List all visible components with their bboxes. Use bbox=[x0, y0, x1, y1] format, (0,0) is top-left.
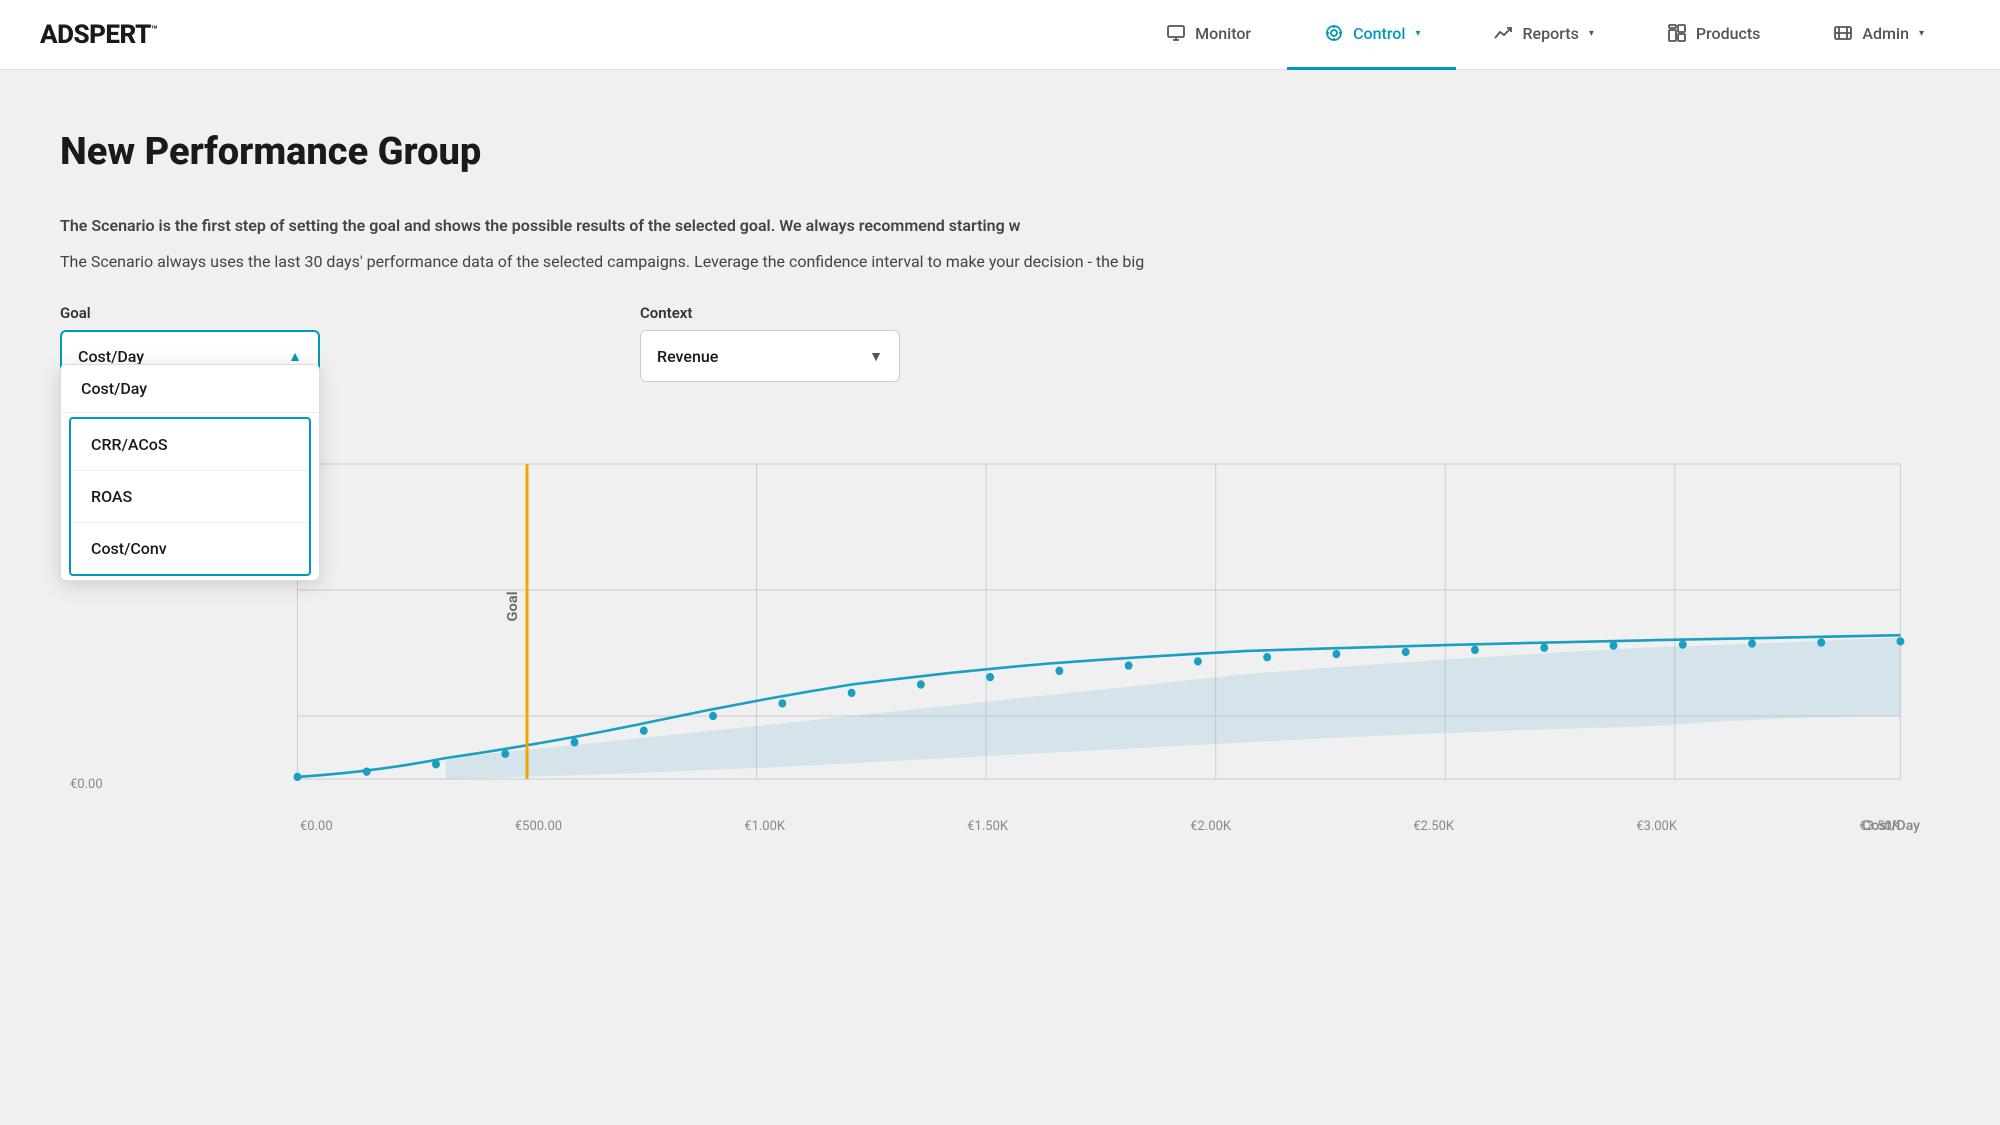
admin-icon bbox=[1832, 22, 1854, 44]
x-label-3k: €3.00K bbox=[1636, 819, 1677, 834]
nav-item-products[interactable]: Products bbox=[1630, 0, 1797, 70]
reports-chevron-icon: ▾ bbox=[1589, 28, 1594, 39]
x-axis-labels: €0.00 €500.00 €1.00K €1.50K €2.00K €2.50… bbox=[300, 819, 1900, 834]
description-1: The Scenario is the first step of settin… bbox=[60, 214, 1760, 238]
goal-option-crr-acos[interactable]: CRR/ACoS bbox=[71, 419, 309, 470]
control-chevron-icon: ▾ bbox=[1415, 28, 1420, 39]
admin-chevron-icon: ▾ bbox=[1919, 28, 1924, 39]
goal-option-roas[interactable]: ROAS bbox=[71, 470, 309, 522]
main-content: New Performance Group The Scenario is th… bbox=[0, 70, 2000, 882]
goal-form-group: Goal Cost/Day ▲ Cost/Day CRR/ACoS ROAS bbox=[60, 304, 320, 382]
monitor-icon bbox=[1165, 22, 1187, 44]
chart-svg: Goal bbox=[60, 422, 1940, 842]
svg-text:Goal: Goal bbox=[505, 591, 521, 621]
x-label-2k: €2.00K bbox=[1190, 819, 1231, 834]
goal-dropdown-menu: Cost/Day CRR/ACoS ROAS Cost/Conv bbox=[60, 364, 320, 581]
nav-item-monitor[interactable]: Monitor bbox=[1129, 0, 1287, 70]
description-2: The Scenario always uses the last 30 day… bbox=[60, 250, 1760, 274]
x-axis-title: Cost/Day bbox=[1862, 818, 1920, 834]
x-label-2-5k: €2.50K bbox=[1413, 819, 1454, 834]
chevron-down-icon: ▼ bbox=[869, 348, 883, 365]
products-icon bbox=[1666, 22, 1688, 44]
goal-selected-group: CRR/ACoS ROAS Cost/Conv bbox=[69, 417, 311, 576]
nav-item-control[interactable]: Control ▾ bbox=[1287, 0, 1456, 70]
context-selected-value: Revenue bbox=[657, 347, 718, 366]
context-dropdown-trigger[interactable]: Revenue ▼ bbox=[640, 330, 900, 382]
nav-item-admin[interactable]: Admin ▾ bbox=[1796, 0, 1960, 70]
x-label-0: €0.00 bbox=[300, 819, 333, 834]
nav-item-reports[interactable]: Reports ▾ bbox=[1456, 0, 1629, 70]
control-icon bbox=[1323, 22, 1345, 44]
x-label-1k: €1.00K bbox=[744, 819, 785, 834]
context-form-group: Context Revenue ▼ bbox=[640, 304, 900, 382]
main-nav: Monitor Control ▾ Reports ▾ bbox=[1129, 0, 1960, 70]
chart-area: €1.00K €0.00 bbox=[60, 422, 1940, 842]
chevron-up-icon: ▲ bbox=[288, 348, 302, 365]
x-label-1-5k: €1.50K bbox=[967, 819, 1008, 834]
header: ADSPERT™ Monitor Control ▾ bbox=[0, 0, 2000, 70]
goal-option-cost-day[interactable]: Cost/Day bbox=[61, 365, 319, 413]
x-label-500: €500.00 bbox=[515, 819, 562, 834]
context-label: Context bbox=[640, 304, 900, 322]
goal-selected-value: Cost/Day bbox=[78, 347, 144, 366]
page-title: New Performance Group bbox=[60, 130, 1940, 174]
goal-option-cost-conv[interactable]: Cost/Conv bbox=[71, 522, 309, 574]
goal-label: Goal bbox=[60, 304, 320, 322]
brand-logo: ADSPERT™ bbox=[40, 20, 157, 50]
form-row: Goal Cost/Day ▲ Cost/Day CRR/ACoS ROAS bbox=[60, 304, 1940, 382]
reports-icon bbox=[1492, 22, 1514, 44]
